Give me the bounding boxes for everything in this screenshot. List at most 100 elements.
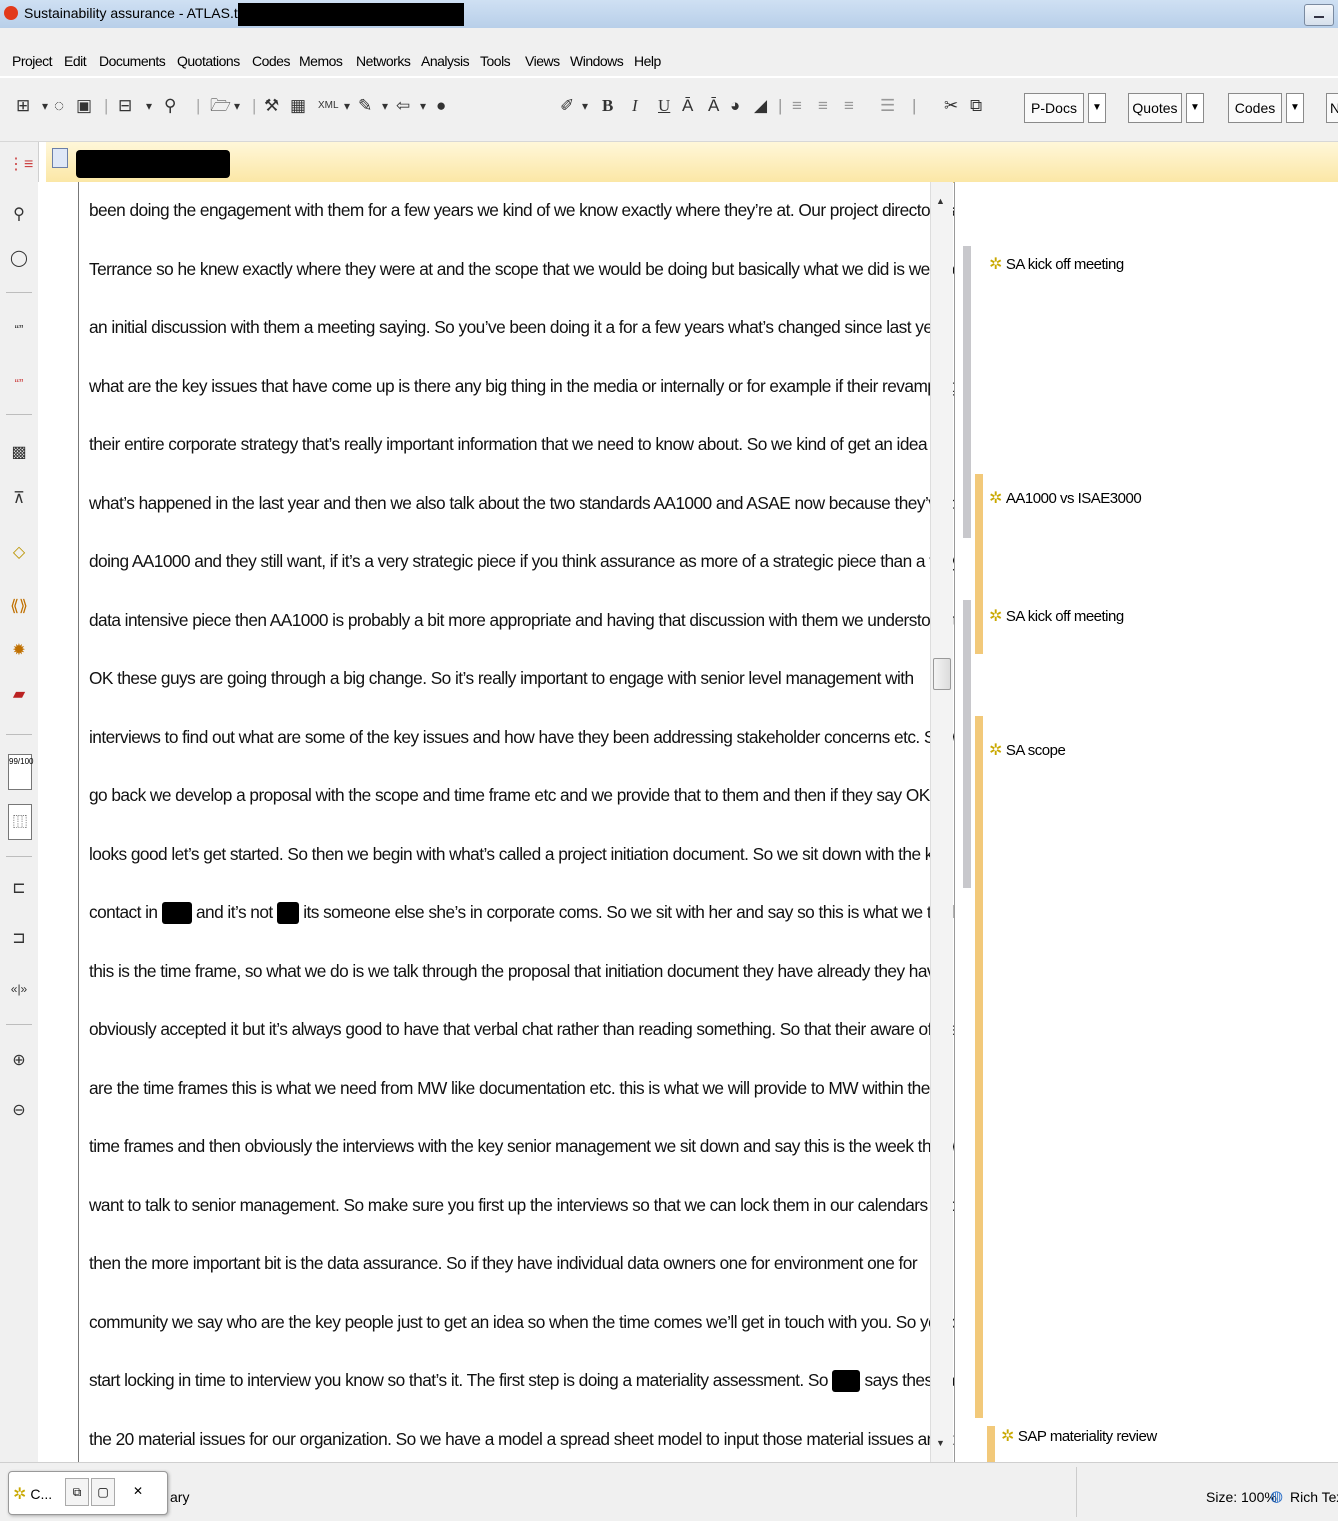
quotation-bracket-gray[interactable] [963, 600, 971, 888]
document-manager-icon[interactable]: ⊟ [118, 96, 132, 116]
quotes-dropdown[interactable]: Quotes [1128, 93, 1182, 123]
dropdown-arrow-icon[interactable]: ▾ [582, 96, 588, 116]
quick-coding-icon[interactable]: ⟪⟫ [8, 596, 30, 616]
page-icon[interactable]: ⿲ [8, 804, 32, 840]
code-in-vivo-icon[interactable]: ⊼ [8, 488, 30, 508]
comment-icon[interactable]: ◌ [54, 96, 64, 116]
menu-documents[interactable]: Documents [99, 53, 166, 69]
scroll-up-arrow-icon[interactable]: ▲ [936, 196, 945, 206]
codes-dropdown-arrow[interactable]: ▼ [1286, 93, 1304, 123]
scroll-down-arrow-icon[interactable]: ▼ [936, 1438, 945, 1448]
open-coding-icon[interactable]: ▩ [8, 442, 30, 462]
align-left-icon[interactable]: ≡ [792, 96, 802, 116]
minimize-button[interactable] [1304, 4, 1334, 26]
menu-windows[interactable]: Windows [570, 53, 624, 69]
close-icon[interactable]: ✕ [127, 1478, 149, 1504]
menu-memos[interactable]: Memos [299, 53, 343, 69]
menu-edit[interactable]: Edit [64, 53, 87, 69]
font-shrink-icon[interactable]: Ā [708, 96, 719, 116]
separator-icon: | [778, 96, 783, 115]
title-bar: Sustainability assurance - ATLAS.ti - [0, 0, 1338, 29]
open-folder-icon[interactable]: 🗁 [210, 96, 231, 116]
query-tool-icon[interactable]: ⚒ [264, 96, 279, 116]
bold-button[interactable]: B [602, 96, 613, 116]
menu-networks[interactable]: Networks [356, 53, 411, 69]
next-document-icon[interactable]: ⊐ [8, 928, 30, 948]
code-label[interactable]: ✲ SA kick off meeting [989, 606, 1124, 626]
code-by-list-icon[interactable]: ◇ [8, 542, 30, 562]
bomb-icon[interactable]: ● [436, 96, 446, 116]
align-center-icon[interactable]: ≡ [818, 96, 828, 116]
font-grow-icon[interactable]: Ā [682, 96, 693, 116]
italic-button[interactable]: I [632, 96, 638, 116]
menu-analysis[interactable]: Analysis [421, 53, 470, 69]
previous-document-icon[interactable]: ⊏ [8, 878, 30, 898]
memos-dropdown[interactable]: N [1326, 93, 1338, 123]
menu-project[interactable]: Project [12, 53, 53, 69]
menu-codes[interactable]: Codes [252, 53, 290, 69]
menu-tools[interactable]: Tools [480, 53, 511, 69]
underline-button[interactable]: U [658, 96, 670, 116]
code-label[interactable]: ✲ SAP materiality review [1001, 1426, 1157, 1446]
pen-tool-icon[interactable]: ✎ [358, 96, 372, 116]
quotation-bracket-orange[interactable] [987, 1426, 995, 1462]
vertical-scrollbar[interactable]: ▲ ▼ [930, 182, 953, 1462]
pdocs-dropdown[interactable]: P-Docs [1024, 93, 1084, 123]
dropdown-arrow-icon[interactable]: ▾ [344, 96, 350, 116]
quotation-bracket-gray[interactable] [963, 246, 971, 538]
comment-bubble-icon[interactable]: ◯ [8, 248, 30, 268]
text-format-label: Rich Text [1290, 1489, 1338, 1505]
pdocs-dropdown-arrow[interactable]: ▼ [1088, 93, 1106, 123]
back-arrow-icon[interactable]: ⇦ [396, 96, 410, 116]
create-quotation-icon[interactable]: “” [8, 322, 30, 337]
zoom-in-icon[interactable]: ⊕ [8, 1050, 30, 1070]
separator-icon: | [912, 96, 917, 115]
redacted-document-name [76, 150, 230, 178]
eraser-icon[interactable]: ◢ [754, 96, 767, 116]
autocode-icon[interactable]: ✹ [8, 640, 30, 660]
binoculars-icon[interactable]: ⚲ [164, 96, 176, 116]
pen-color-icon[interactable]: ✐ [560, 96, 574, 116]
dropdown-arrow-icon[interactable]: ▾ [146, 96, 152, 116]
dropdown-arrow-icon[interactable]: ▾ [382, 96, 388, 116]
quotation-bracket-orange[interactable] [975, 716, 983, 1418]
code-cooccurrence-icon[interactable]: ▦ [290, 96, 306, 116]
separator [6, 414, 32, 415]
code-label[interactable]: ✲ SA kick off meeting [989, 254, 1124, 274]
quote-navigation-icon[interactable]: «|» [8, 982, 30, 996]
menu-views[interactable]: Views [525, 53, 560, 69]
copy-icon[interactable]: ⧉ [970, 96, 982, 116]
dropdown-arrow-icon[interactable]: ▾ [420, 96, 426, 116]
maximize-button[interactable]: ▢ [91, 1478, 115, 1506]
quotes-dropdown-arrow[interactable]: ▼ [1186, 93, 1204, 123]
code-icon: ✲ [989, 742, 1002, 759]
bullet-list-icon[interactable]: ☰ [880, 96, 895, 116]
modify-quotation-icon[interactable]: “” [8, 376, 30, 391]
separator-icon: | [252, 96, 257, 115]
quotation-bracket-orange[interactable] [975, 474, 983, 654]
code-label[interactable]: ✲ SA scope [989, 740, 1066, 760]
margin-toggle-icon[interactable]: ⋮≡ [8, 154, 33, 174]
save-icon[interactable]: ▣ [76, 96, 92, 116]
cut-icon[interactable]: ✂ [944, 96, 958, 116]
margin-area[interactable]: ✲ SA kick off meeting ✲ AA1000 vs ISAE3000… [954, 182, 1338, 1462]
dropdown-arrow-icon[interactable]: ▾ [234, 96, 240, 116]
zoom-out-icon[interactable]: ⊖ [8, 1100, 30, 1120]
menu-quotations[interactable]: Quotations [177, 53, 240, 69]
text-line: obviously accepted it but it’s always go… [89, 1019, 976, 1039]
code-label[interactable]: ✲ AA1000 vs ISAE3000 [989, 488, 1142, 508]
memo-icon[interactable]: ▰ [8, 684, 30, 704]
counter-box[interactable]: 99/100 [8, 754, 33, 790]
atlas-app-icon [4, 6, 18, 20]
search-icon[interactable]: ⚲ [8, 204, 30, 224]
codes-dropdown[interactable]: Codes [1228, 93, 1282, 123]
assign-document-icon[interactable]: ⊞ [16, 96, 30, 116]
align-right-icon[interactable]: ≡ [844, 96, 854, 116]
xml-export-icon[interactable]: XML [318, 96, 339, 116]
color-wheel-icon[interactable]: ◕ [730, 96, 740, 116]
dropdown-arrow-icon[interactable]: ▾ [42, 96, 48, 116]
restore-button[interactable]: ⧉ [65, 1478, 89, 1506]
taskbar-thumbnail-popup[interactable]: ✲ C... ⧉ ▢ ✕ [8, 1471, 168, 1515]
scroll-thumb[interactable] [933, 658, 951, 690]
menu-help[interactable]: Help [634, 53, 661, 69]
